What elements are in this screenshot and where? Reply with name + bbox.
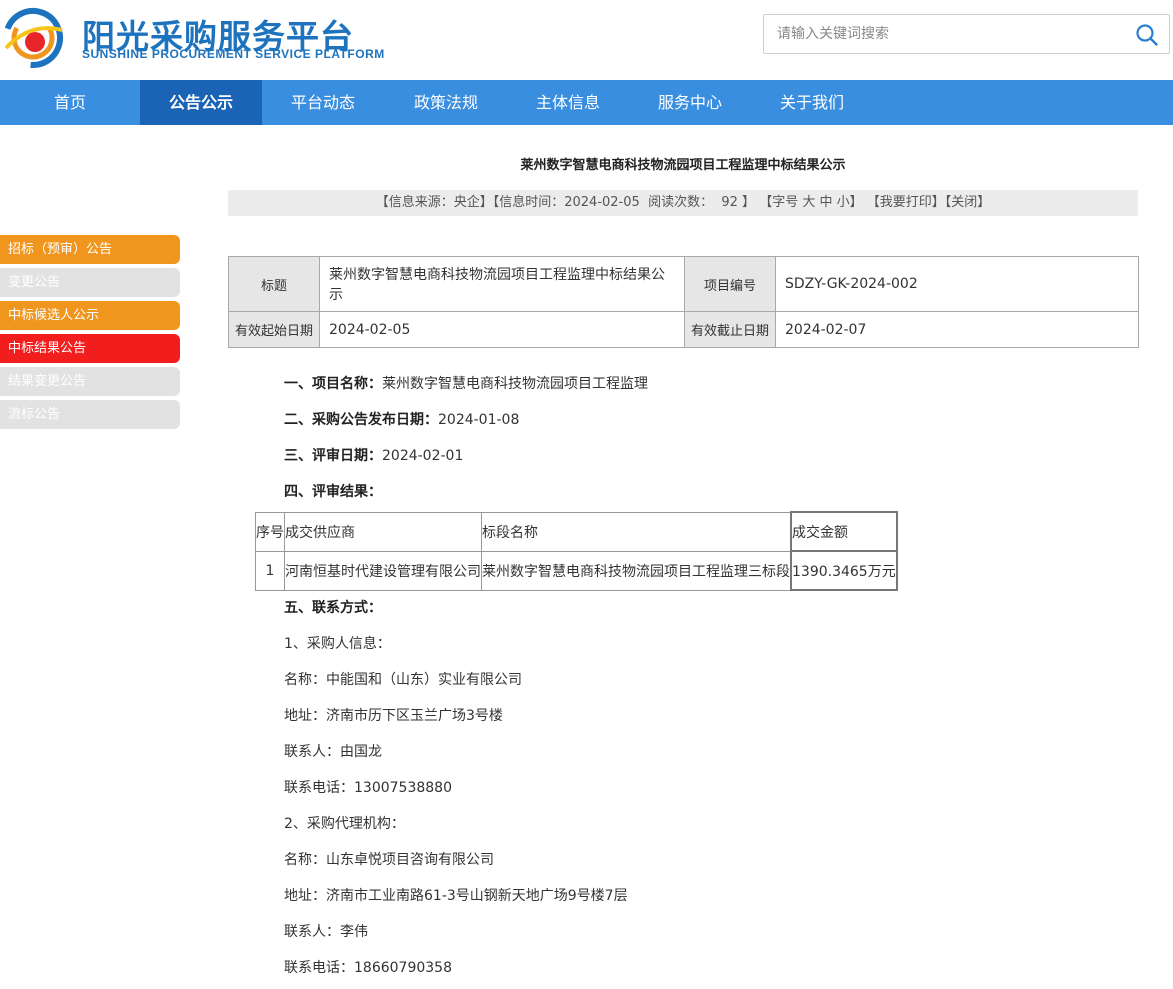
col-header-index: 序号 [255,511,285,552]
cell-supplier: 河南恒基时代建设管理有限公司 [284,550,482,591]
sidebar-item-result-change[interactable]: 结果变更公告 [0,367,180,396]
table-row: 1 河南恒基时代建设管理有限公司 莱州数字智慧电商科技物流园项目工程监理三标段 … [255,550,898,591]
cell-amount: 1390.3465万元 [790,550,898,591]
contact-line: 名称：山东卓悦项目咨询有限公司 [284,852,494,868]
cell-lot: 莱州数字智慧电商科技物流园项目工程监理三标段 [481,550,792,591]
info-time: 【信息时间：2024-02-05 [492,195,640,210]
info-reads-count: 92 [721,195,738,210]
meta-start-value: 2024-02-05 [319,311,685,348]
section-contacts: 五、联系方式： [284,600,382,616]
meta-code-value: SDZY-GK-2024-002 [775,256,1139,312]
section-review-result: 四、评审结果： [284,484,382,500]
contact-line: 联系电话：13007538880 [284,780,452,796]
nav-home[interactable]: 首页 [9,80,131,125]
contact-line: 名称：中能国和（山东）实业有限公司 [284,672,522,688]
main-nav: 首页 公告公示 平台动态 政策法规 主体信息 服务中心 关于我们 [0,80,1173,125]
nav-about-us[interactable]: 关于我们 [751,80,873,125]
sidebar-item-change-notice[interactable]: 变更公告 [0,268,180,297]
article-meta-table: 标题 莱州数字智慧电商科技物流园项目工程监理中标结果公示 项目编号 SDZY-G… [228,256,1139,348]
cell-index: 1 [255,550,285,591]
nav-platform-news[interactable]: 平台动态 [262,80,384,125]
print-link[interactable]: 【我要打印】 [867,195,945,210]
contact-line: 联系人：李伟 [284,924,368,940]
nav-entity-info[interactable]: 主体信息 [507,80,629,125]
meta-title-label: 标题 [228,256,320,312]
site-logo[interactable]: 阳光采购服务平台 SUNSHINE PROCUREMENT SERVICE PL… [0,2,384,68]
search-icon[interactable] [1135,23,1159,47]
sun-logo-icon [3,7,63,68]
info-reads-end: 】 [742,195,756,210]
sidebar-item-award-result[interactable]: 中标结果公告 [0,334,180,363]
meta-title-value: 莱州数字智慧电商科技物流园项目工程监理中标结果公示 [319,256,685,312]
result-table: 序号 成交供应商 标段名称 成交金额 1 河南恒基时代建设管理有限公司 莱州数字… [255,511,898,591]
sidebar: 招标（预审）公告 变更公告 中标候选人公示 中标结果公告 结果变更公告 流标公告 [0,235,180,433]
search-box [763,14,1170,54]
table-header-row: 序号 成交供应商 标段名称 成交金额 [255,511,898,552]
nav-policies[interactable]: 政策法规 [385,80,507,125]
nav-service-center[interactable]: 服务中心 [629,80,751,125]
sidebar-item-candidate-notice[interactable]: 中标候选人公示 [0,301,180,330]
contact-line: 地址：济南市历下区玉兰广场3号楼 [284,708,503,724]
article-info-bar: 【信息来源：央企】【信息时间：2024-02-05 阅读次数： 92 】 【字号… [228,190,1138,216]
section-project-name: 一、项目名称：莱州数字智慧电商科技物流园项目工程监理 [284,376,648,392]
section-publish-date: 二、采购公告发布日期：2024-01-08 [284,412,520,428]
meta-end-value: 2024-02-07 [775,311,1139,348]
meta-start-label: 有效起始日期 [228,311,320,348]
site-header: 阳光采购服务平台 SUNSHINE PROCUREMENT SERVICE PL… [0,0,1173,80]
info-reads-label: 阅读次数： [648,195,714,210]
contact-line: 2、采购代理机构： [284,816,405,832]
contact-line: 联系电话：18660790358 [284,960,452,976]
meta-end-label: 有效截止日期 [684,311,776,348]
sidebar-item-tender-notice[interactable]: 招标（预审）公告 [0,235,180,264]
close-link[interactable]: 【关闭】 [945,195,991,210]
font-size-control[interactable]: 【字号 大 中 小】 [759,195,862,210]
search-input[interactable] [764,15,1127,53]
page-title: 莱州数字智慧电商科技物流园项目工程监理中标结果公示 [520,158,846,173]
sidebar-item-failed-bid[interactable]: 流标公告 [0,400,180,429]
contact-line: 地址：济南市工业南路61-3号山钢新天地广场9号楼7层 [284,888,628,904]
section-review-date: 三、评审日期：2024-02-01 [284,448,464,464]
contact-line: 1、采购人信息： [284,636,391,652]
nav-announcements[interactable]: 公告公示 [140,80,262,125]
contact-line: 联系人：由国龙 [284,744,382,760]
info-source: 【信息来源：央企】 [375,195,493,210]
col-header-lot: 标段名称 [481,511,792,552]
article-content: 一、项目名称：莱州数字智慧电商科技物流园项目工程监理 二、采购公告发布日期：20… [284,366,1144,986]
meta-code-label: 项目编号 [684,256,776,312]
logo-title-en: SUNSHINE PROCUREMENT SERVICE PLATFORM [82,47,385,61]
col-header-amount: 成交金额 [790,511,898,552]
col-header-supplier: 成交供应商 [284,511,482,552]
